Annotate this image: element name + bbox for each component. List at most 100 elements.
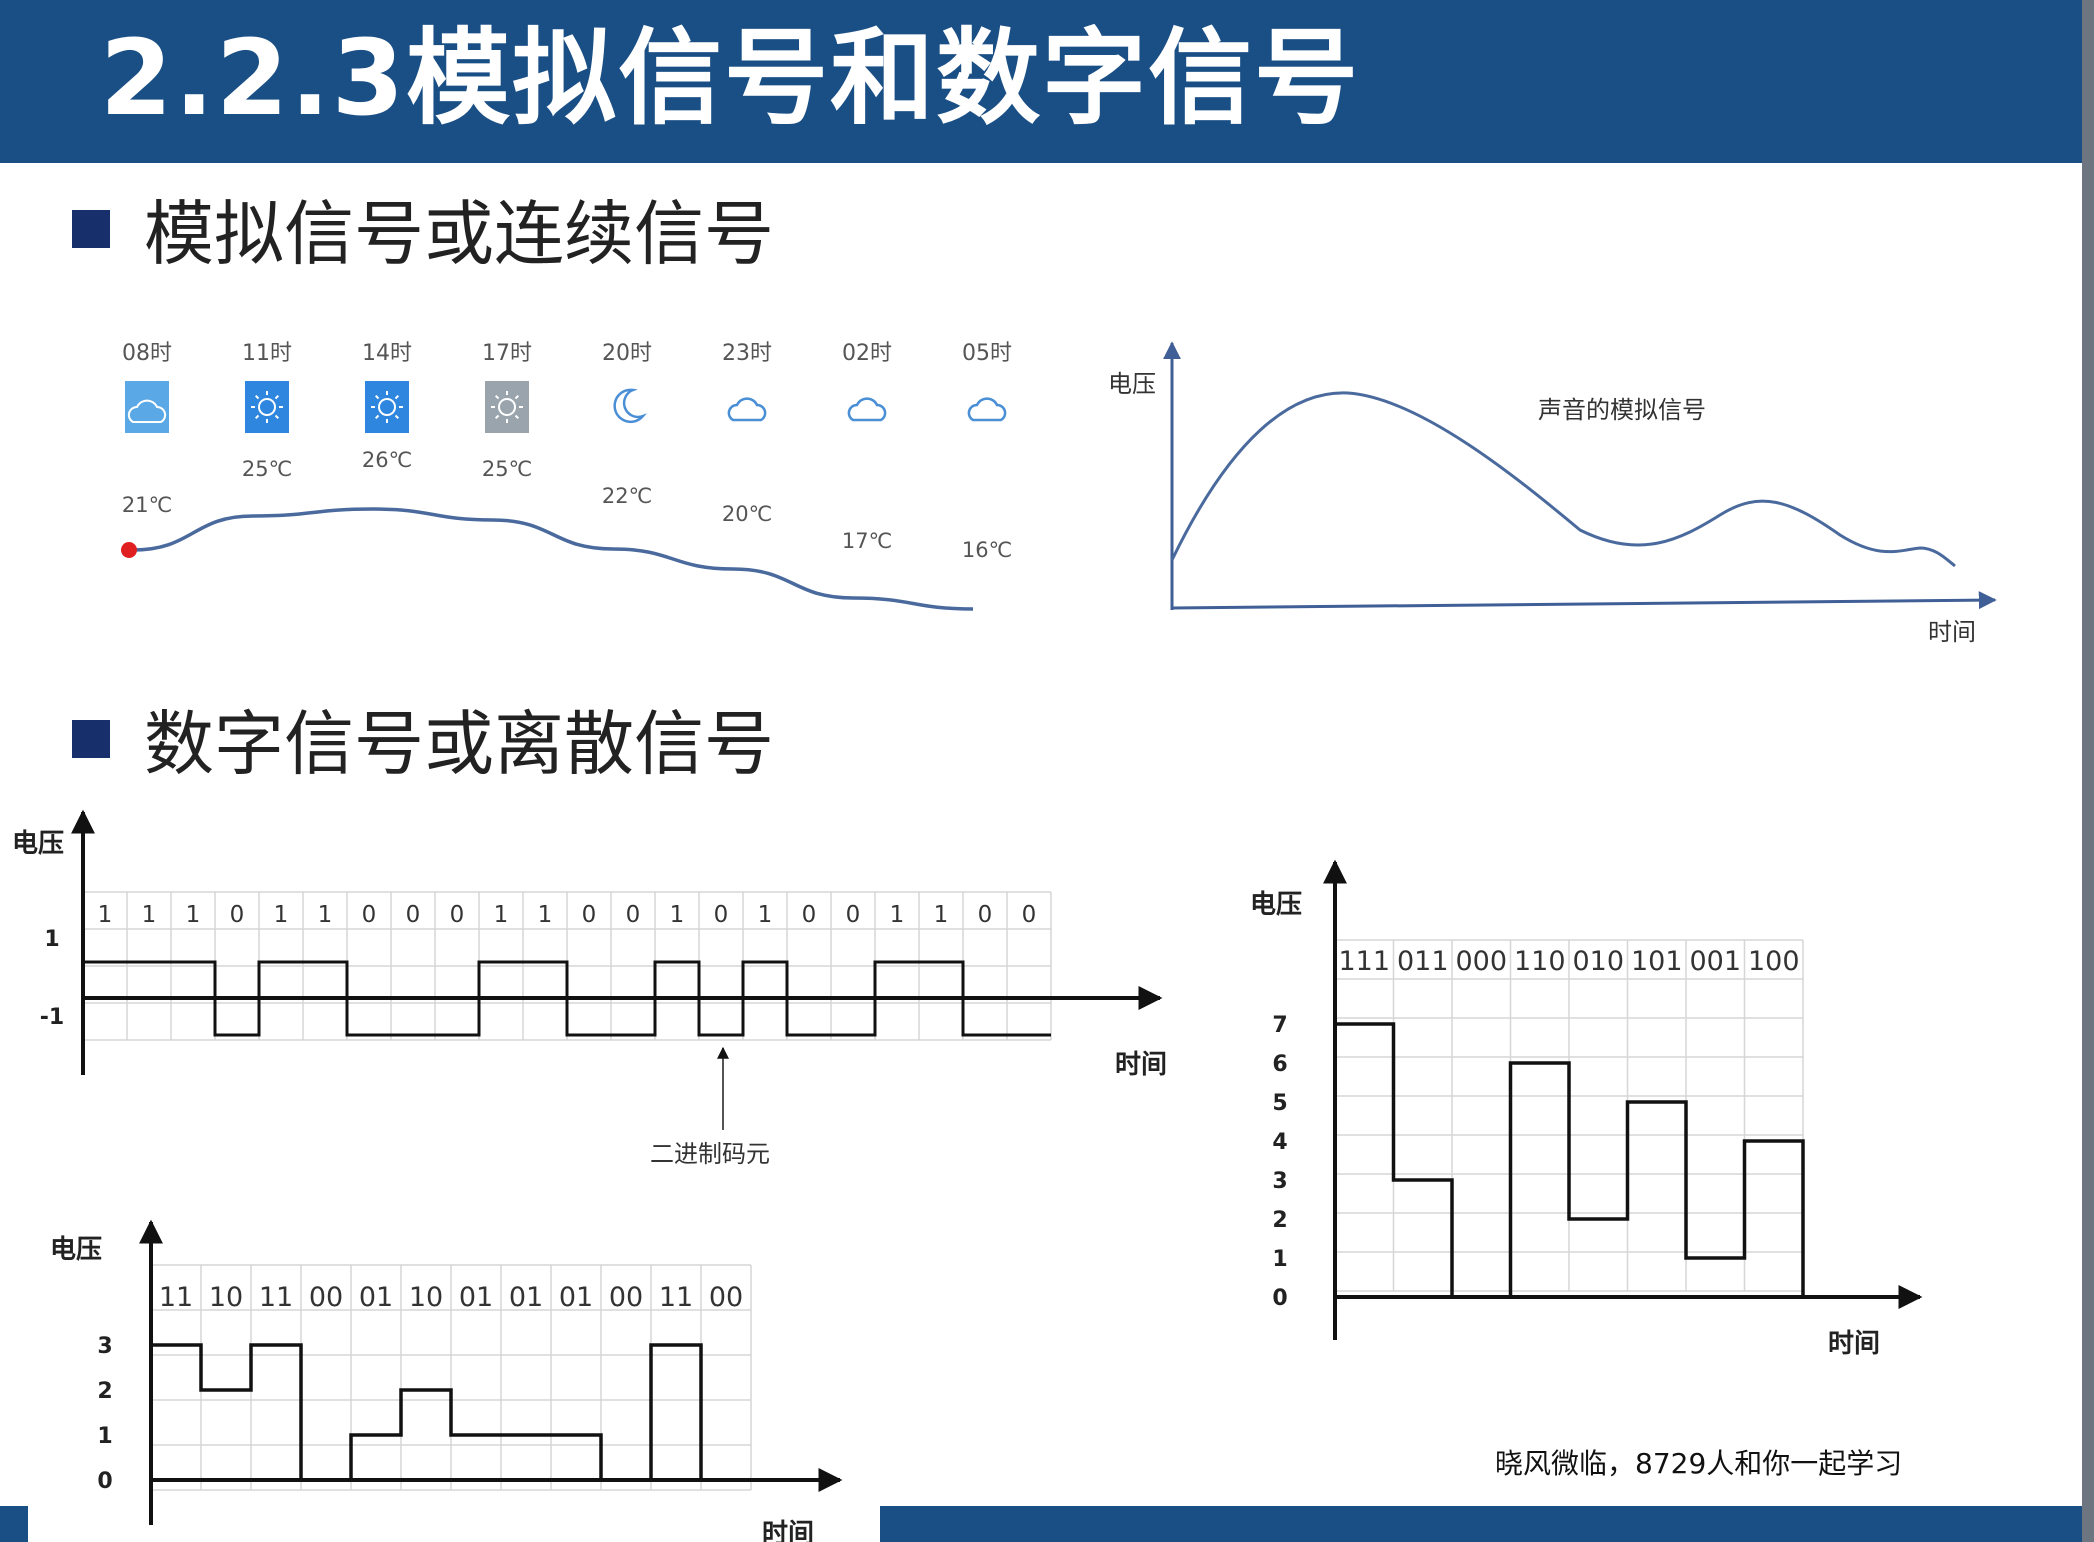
sun-icon xyxy=(245,381,289,433)
code-symbol-label: 10 xyxy=(409,1282,443,1313)
code-symbol-label: 1 xyxy=(98,902,113,928)
code-symbol-label: 1 xyxy=(274,902,289,928)
code-symbol-label: 011 xyxy=(1397,946,1449,977)
code-symbol-label: 101 xyxy=(1631,946,1683,977)
code-symbol-label: 01 xyxy=(509,1282,543,1313)
x-axis-label: 时间 xyxy=(762,1519,814,1542)
quaternary-digital-chart: 电压时间012311 10 11 00 01 10 01 01 01 00 11 00 xyxy=(50,1219,843,1542)
moon-icon xyxy=(613,388,647,424)
moon-shape xyxy=(613,388,647,424)
weather-temp-label: 22℃ xyxy=(602,484,652,508)
cloud-night-shape xyxy=(967,397,1007,422)
y-tick-label: 0 xyxy=(1272,1286,1287,1311)
code-symbol-label: 10 xyxy=(209,1282,243,1313)
weather-hour-label: 08时 xyxy=(122,341,172,366)
y-tick-label: 1 xyxy=(44,927,59,952)
sun-icon-gray xyxy=(485,381,529,433)
code-symbol-label: 1 xyxy=(934,902,949,928)
code-symbol-label: 1 xyxy=(494,902,509,928)
current-point-dot xyxy=(121,542,137,558)
code-symbol-label: 010 xyxy=(1572,946,1624,977)
weather-temp-label: 21℃ xyxy=(122,493,172,517)
y-tick-label: 2 xyxy=(97,1379,112,1404)
weather-temp-label: 25℃ xyxy=(482,457,532,481)
analog-x-axis xyxy=(1171,591,1997,610)
code-symbol-label: 0 xyxy=(362,902,377,928)
binary-digital-chart: 电压时间 1 -1 1 1 1 0 1 1 0 0 0 1 1 0 0 1 0 1 0 0 1 1 0 0 二进制码元 xyxy=(12,809,1167,1168)
weather-forecast-chart: 08时 21℃ 11时 25℃ 14时 26℃ 17时 25℃ 20时 22℃ 23时 20℃ 02时 1… xyxy=(121,341,1012,611)
y-axis-label: 电压 xyxy=(50,1235,102,1265)
y-tick-label: 5 xyxy=(1272,1091,1287,1116)
y-tick-label: 3 xyxy=(1272,1169,1287,1194)
code-symbol-label: 0 xyxy=(626,902,641,928)
code-symbol-label: 1 xyxy=(318,902,333,928)
code-symbol-label: 111 xyxy=(1338,946,1390,977)
analog-x-label: 时间 xyxy=(1928,618,1976,646)
code-symbol-label: 0 xyxy=(714,902,729,928)
y-tick-label: 1 xyxy=(1272,1247,1287,1272)
watermark-text: 晓风微临，8729人和你一起学习 xyxy=(1495,1447,1903,1480)
code-symbol-label: 0 xyxy=(230,902,245,928)
code-symbol-label: 0 xyxy=(450,902,465,928)
code-symbol-label: 11 xyxy=(259,1282,293,1313)
weather-temp-label: 17℃ xyxy=(842,529,892,553)
analog-y-label: 电压 xyxy=(1108,370,1156,398)
weather-hour-label: 23时 xyxy=(722,341,772,366)
code-symbol-label: 1 xyxy=(758,902,773,928)
code-symbol-label: 1 xyxy=(538,902,553,928)
weather-hour-label: 20时 xyxy=(602,341,652,366)
octal-digital-chart: 电压时间 0 1 2 3 4 5 6 7 111 011 000 110 010 101 001 100 xyxy=(1250,859,1923,1359)
x-axis-label: 时间 xyxy=(1828,1329,1880,1359)
code-symbol-label: 0 xyxy=(406,902,421,928)
y-axis-label: 电压 xyxy=(12,829,64,859)
y-tick-label: 1 xyxy=(97,1424,112,1449)
sun-icon xyxy=(365,381,409,433)
code-symbol-label: 01 xyxy=(559,1282,593,1313)
code-symbol-label: 01 xyxy=(459,1282,493,1313)
code-symbol-label: 01 xyxy=(359,1282,393,1313)
y-tick-label: 6 xyxy=(1272,1052,1287,1077)
code-symbol-label: 100 xyxy=(1748,946,1800,977)
y-axis-label: 电压 xyxy=(1250,890,1302,920)
bottom-bar-right xyxy=(880,1506,2082,1542)
cloudy-night-icon xyxy=(847,397,887,422)
y-tick-label: 4 xyxy=(1272,1130,1287,1155)
weather-temp-label: 16℃ xyxy=(962,538,1012,562)
code-symbol-label: 0 xyxy=(846,902,861,928)
figures-canvas: 08时 21℃ 11时 25℃ 14时 26℃ 17时 25℃ 20时 22℃ 23时 20℃ 02时 1… xyxy=(12,341,1997,1542)
bottom-bar-left xyxy=(0,1506,28,1542)
code-symbol-label: 1 xyxy=(890,902,905,928)
code-symbol-label: 0 xyxy=(1022,902,1037,928)
y-tick-label: 2 xyxy=(1272,1208,1287,1233)
weather-temp-label: 20℃ xyxy=(722,502,772,526)
code-symbol-label: 110 xyxy=(1514,946,1566,977)
weather-temp-label: 25℃ xyxy=(242,457,292,481)
analog-annotation: 声音的模拟信号 xyxy=(1538,396,1706,424)
cloudy-night-icon xyxy=(727,397,767,422)
temperature-curve xyxy=(132,507,974,611)
y-tick-label: 7 xyxy=(1272,1013,1287,1038)
cloudy-night-icon xyxy=(967,397,1007,422)
weather-hour-label: 17时 xyxy=(482,341,532,366)
code-symbol-label: 00 xyxy=(709,1282,743,1313)
code-symbol-label: 1 xyxy=(670,902,685,928)
code-symbol-label: 0 xyxy=(582,902,597,928)
code-symbol-label: 001 xyxy=(1689,946,1741,977)
y-tick-label: -1 xyxy=(40,1005,64,1030)
weather-hour-label: 02时 xyxy=(842,341,892,366)
weather-hour-label: 11时 xyxy=(242,341,292,366)
cloudy-day-icon xyxy=(125,381,169,433)
binary-annotation-label: 二进制码元 xyxy=(650,1140,770,1168)
x-axis-label: 时间 xyxy=(1115,1050,1167,1080)
code-symbol-label: 0 xyxy=(978,902,993,928)
code-symbol-label: 1 xyxy=(186,902,201,928)
code-symbol-label: 11 xyxy=(659,1282,693,1313)
cloudy-tile xyxy=(125,381,169,433)
code-symbol-label: 000 xyxy=(1455,946,1507,977)
weather-hour-label: 14时 xyxy=(362,341,412,366)
code-symbol-label: 00 xyxy=(609,1282,643,1313)
weather-hour-label: 05时 xyxy=(962,341,1012,366)
y-tick-label: 0 xyxy=(97,1469,112,1494)
cloud-night-shape xyxy=(727,397,767,422)
analog-sound-chart: 电压 时间 声音的模拟信号 xyxy=(1108,341,1997,646)
